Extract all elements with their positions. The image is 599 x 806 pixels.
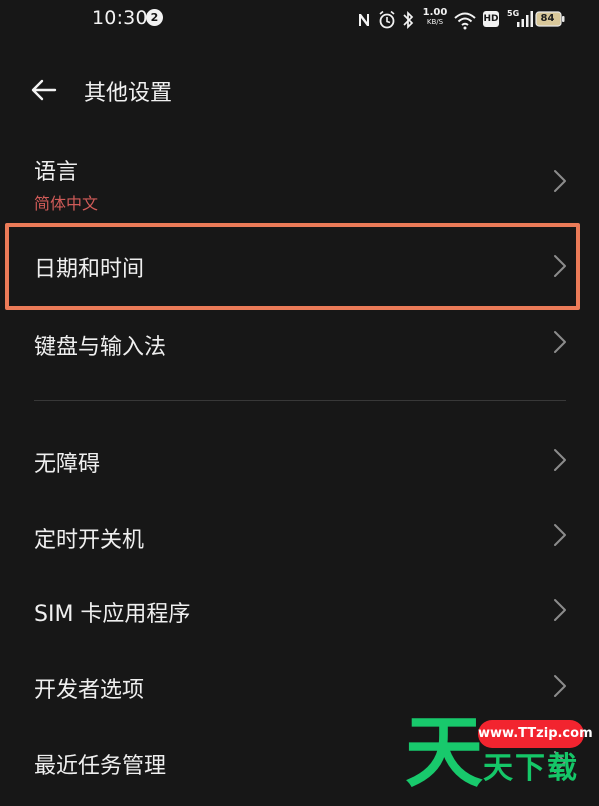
chevron-right-icon [554,599,566,621]
chevron-right-icon [554,449,566,471]
setting-scheduled-power[interactable]: 定时开关机 [0,500,599,574]
status-icons: 1.00 KB/S HD 5G 84 [356,8,570,32]
watermark-logo: 天 [405,708,484,798]
header: 其他设置 [0,68,599,112]
status-bar: 10:30 2 1.00 KB/S HD 5G 84 [0,0,599,40]
network-speed: 1.00 KB/S [422,8,448,32]
section-divider [34,400,566,401]
alarm-icon [379,10,395,29]
back-button[interactable] [28,74,60,106]
setting-keyboard-input-title: 键盘与输入法 [34,335,167,360]
status-time: 10:30 [92,7,148,29]
setting-language-subtitle: 简体中文 [34,194,99,213]
chevron-right-icon [554,331,566,353]
setting-developer-options[interactable]: 开发者选项 [0,650,599,724]
nfc-icon [359,14,369,26]
hd-badge: HD [483,11,499,27]
chevron-right-icon [554,675,566,697]
setting-scheduled-power-title: 定时开关机 [34,528,145,553]
watermark-brand-text: 天下载 [483,751,579,786]
setting-developer-options-title: 开发者选项 [34,678,145,703]
setting-keyboard-input[interactable]: 键盘与输入法 [0,307,599,381]
wifi-icon [454,12,476,30]
battery-level: 84 [540,13,555,24]
arrow-left-icon [31,79,57,101]
setting-language-title: 语言 [34,160,79,185]
network-speed-unit: KB/S [426,18,444,26]
bluetooth-icon [403,10,414,30]
watermark-site-badge: www.TTzip.com [478,720,593,748]
setting-accessibility-title: 无障碍 [34,452,101,477]
notification-count-badge: 2 [146,9,163,26]
highlight-box [5,223,580,310]
setting-accessibility[interactable]: 无障碍 [0,424,599,498]
setting-language[interactable]: 语言 简体中文 [0,134,599,222]
watermark: 天 www.TTzip.com 天下载 [405,708,593,798]
network-speed-value: 1.00 [422,7,448,18]
setting-recent-tasks-title: 最近任务管理 [34,754,167,779]
setting-sim-apps-title: SIM 卡应用程序 [34,602,191,627]
chevron-right-icon [554,170,566,192]
page-title: 其他设置 [84,81,173,106]
setting-sim-apps[interactable]: SIM 卡应用程序 [0,574,599,648]
chevron-right-icon [554,524,566,546]
signal-strength-icon [517,11,533,27]
